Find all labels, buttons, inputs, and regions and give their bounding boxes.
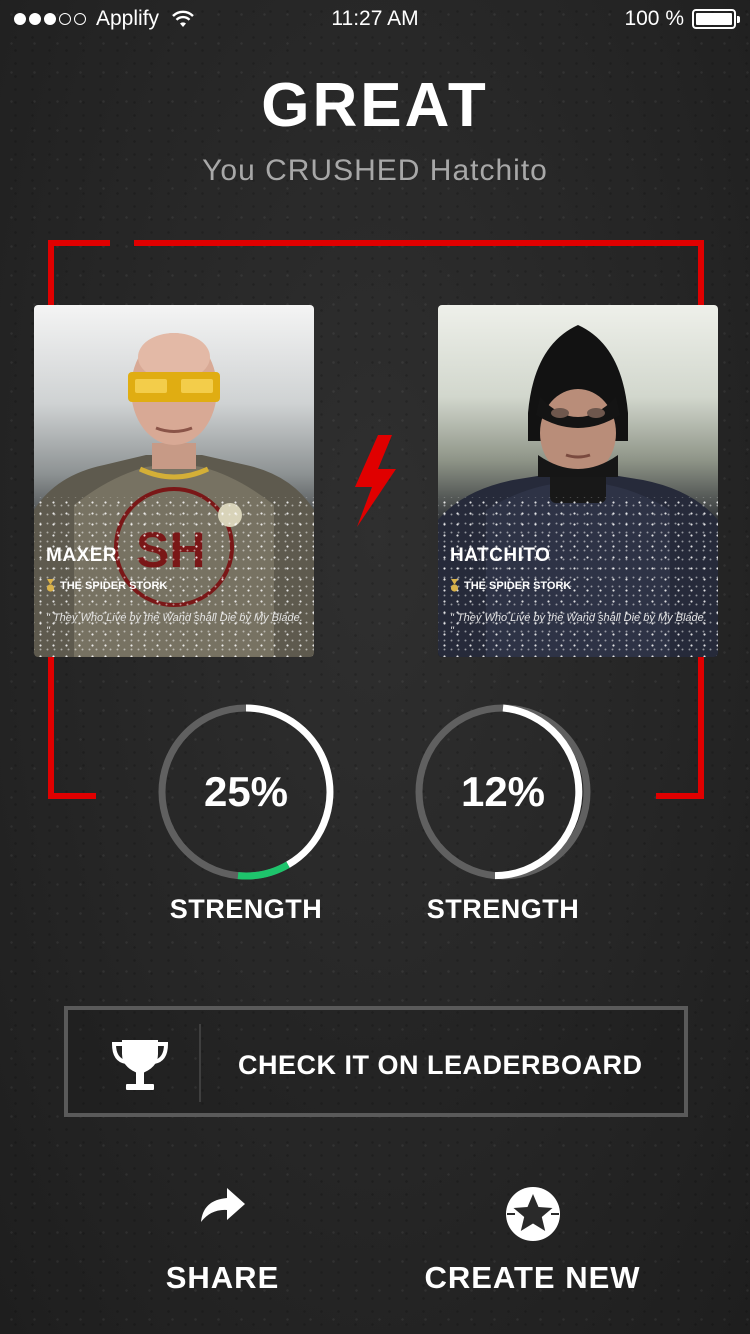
create-new-button[interactable]: CREATE NEW [405, 1180, 660, 1300]
fighter-name: MAXER [46, 545, 118, 566]
fighter-quote: " They Who Live by the Wand shall Die by… [46, 612, 303, 637]
result-subtitle: You CRUSHED Hatchito [202, 154, 548, 187]
leaderboard-divider [199, 1024, 201, 1102]
frame-bottom-left [48, 793, 96, 799]
fighter-quote: " They Who Live by the Wand shall Die by… [450, 612, 707, 637]
leaderboard-button[interactable]: CHECK IT ON LEADERBOARD [64, 1006, 688, 1117]
fighter-team: THE SPIDER STORK [46, 579, 167, 592]
frame-left-lower [48, 657, 54, 799]
frame-right-upper [698, 240, 704, 306]
battery-percent: 100 % [624, 7, 684, 30]
status-bar: Applify 11:27 AM 100 % [0, 0, 750, 40]
battery-icon [692, 9, 740, 29]
fighter-team-label: THE SPIDER STORK [60, 579, 168, 592]
fighter-card-maxer[interactable]: SH MAXER THE SPIDER STORK " They Who Liv… [34, 305, 314, 657]
fighter-name: HATCHITO [450, 545, 551, 566]
medal-icon [450, 579, 459, 592]
fighter-team-label: THE SPIDER STORK [464, 579, 572, 592]
share-button[interactable]: SHARE [140, 1180, 305, 1300]
strength-label: STRENGTH [426, 894, 580, 924]
frame-bottom-right [656, 793, 704, 799]
strength-percent: 12% [460, 768, 546, 815]
star-badge-icon [505, 1187, 560, 1241]
strength-label: STRENGTH [169, 894, 323, 924]
create-new-label: CREATE NEW [424, 1260, 641, 1295]
frame-left-upper [48, 240, 54, 306]
share-label: SHARE [165, 1260, 280, 1295]
frame-top-left [48, 240, 110, 246]
fighter-card-hatchito[interactable]: HATCHITO THE SPIDER STORK " They Who Liv… [438, 305, 718, 657]
result-headline: GREAT [261, 71, 489, 140]
status-right: 100 % [624, 7, 740, 31]
background-texture [0, 0, 750, 1334]
trophy-icon [111, 1040, 169, 1090]
strength-percent: 25% [203, 768, 289, 815]
versus-bolt-icon [355, 435, 396, 527]
frame-top-right [134, 240, 704, 246]
fighter-team: THE SPIDER STORK [450, 579, 571, 592]
leaderboard-label: CHECK IT ON LEADERBOARD [238, 1050, 643, 1080]
share-arrow-icon [200, 1188, 245, 1222]
frame-right-lower [698, 657, 704, 799]
strength-gauge-hatchito: 12% [413, 702, 593, 882]
strength-gauge-maxer: 25% [156, 702, 336, 882]
medal-icon [46, 579, 55, 592]
